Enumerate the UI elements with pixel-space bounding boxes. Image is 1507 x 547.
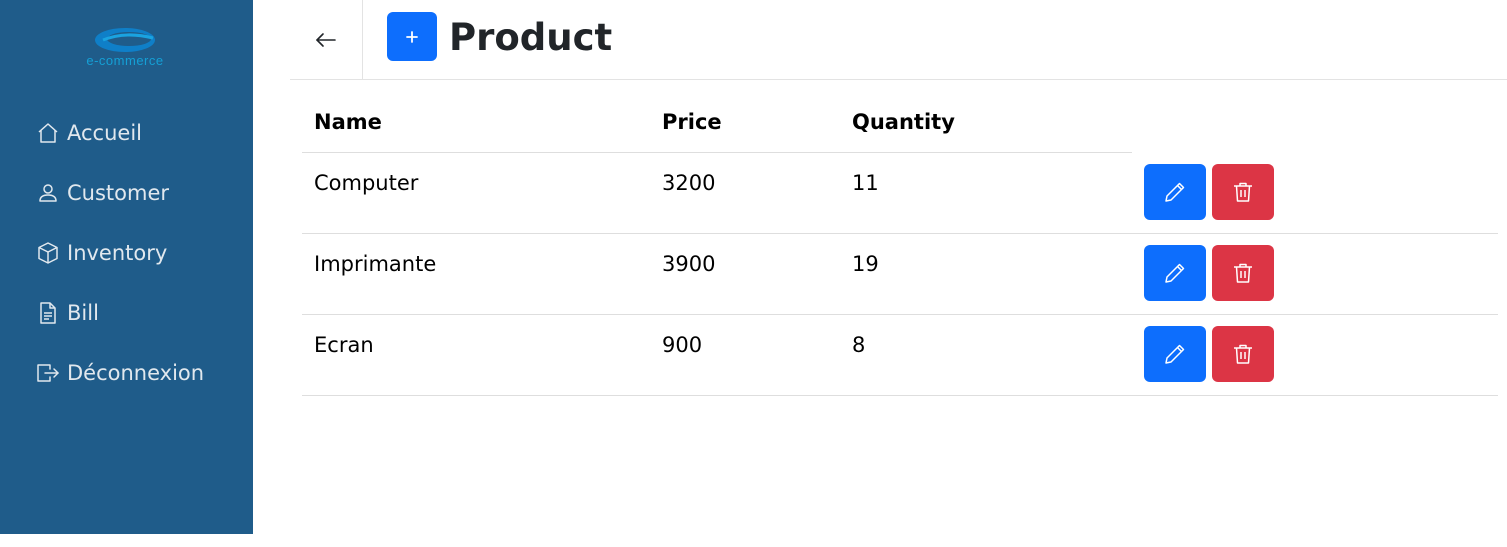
back-button[interactable] [290, 0, 363, 79]
table-row: Imprimante 3900 19 [302, 234, 1498, 315]
pencil-icon [1165, 344, 1185, 364]
sidebar: e-commerce Accueil Customer Inventory Bi… [0, 0, 253, 534]
logout-icon [37, 364, 59, 382]
cell-name: Imprimante [314, 252, 437, 276]
sidebar-item-accueil[interactable]: Accueil [36, 118, 204, 148]
page-title: Product [449, 16, 613, 59]
cell-price: 3900 [662, 252, 716, 276]
file-text-icon [40, 302, 56, 324]
cell-price: 900 [662, 333, 703, 357]
trash-icon [1234, 182, 1252, 202]
sidebar-item-label: Déconnexion [67, 361, 205, 385]
sidebar-item-label: Accueil [67, 121, 142, 145]
house-icon [38, 123, 58, 143]
box-icon [38, 242, 58, 264]
column-header-quantity: Quantity [852, 110, 955, 134]
add-product-button[interactable] [387, 12, 437, 61]
sidebar-item-label: Inventory [67, 241, 168, 265]
pencil-icon [1165, 263, 1185, 283]
delete-button[interactable] [1212, 245, 1274, 301]
column-header-price: Price [662, 110, 722, 134]
trash-icon [1234, 263, 1252, 283]
column-header-name: Name [314, 110, 382, 134]
delete-button[interactable] [1212, 164, 1274, 220]
page-header: Product [290, 0, 1507, 80]
trash-icon [1234, 344, 1252, 364]
product-table: Name Price Quantity Computer 3200 11 Imp… [302, 96, 1498, 396]
app: e-commerce Accueil Customer Inventory Bi… [0, 0, 1507, 547]
logo-text: e-commerce [86, 53, 164, 68]
sidebar-item-customer[interactable]: Customer [36, 178, 204, 208]
table-row: Computer 3200 11 [302, 153, 1498, 234]
edit-button[interactable] [1144, 245, 1206, 301]
sidebar-nav: Accueil Customer Inventory Bill Déconnex… [36, 118, 204, 418]
table-header: Name Price Quantity [302, 96, 1498, 153]
cell-name: Ecran [314, 333, 374, 357]
sidebar-item-label: Customer [67, 181, 170, 205]
plus-icon [406, 30, 418, 43]
logo[interactable]: e-commerce [55, 26, 195, 70]
sidebar-item-bill[interactable]: Bill [36, 298, 204, 328]
person-icon [39, 184, 57, 202]
table-row: Ecran 900 8 [302, 315, 1498, 396]
cell-quantity: 19 [852, 252, 879, 276]
cell-price: 3200 [662, 171, 716, 195]
sidebar-item-deconnexion[interactable]: Déconnexion [36, 358, 204, 388]
cell-quantity: 8 [852, 333, 866, 357]
edit-button[interactable] [1144, 164, 1206, 220]
arrow-left-icon [316, 32, 336, 47]
edit-button[interactable] [1144, 326, 1206, 382]
cell-name: Computer [314, 171, 419, 195]
pencil-icon [1165, 182, 1185, 202]
delete-button[interactable] [1212, 326, 1274, 382]
cell-quantity: 11 [852, 171, 879, 195]
sidebar-item-inventory[interactable]: Inventory [36, 238, 204, 268]
logo-icon [95, 28, 155, 52]
sidebar-item-label: Bill [67, 301, 99, 325]
